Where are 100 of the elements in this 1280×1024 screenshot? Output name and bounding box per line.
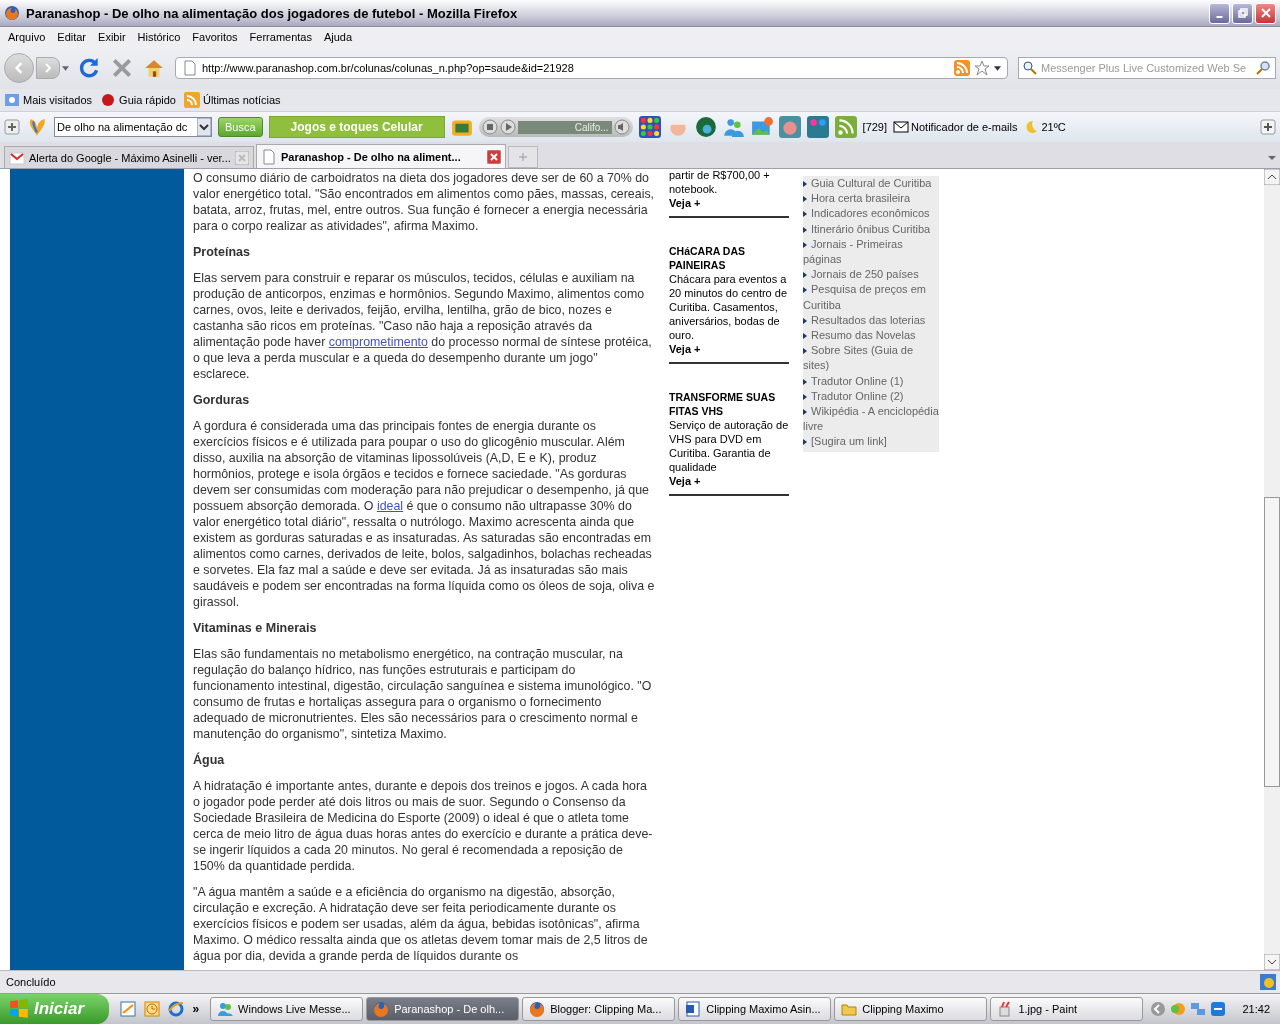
more-link[interactable]: Veja + [669, 342, 789, 356]
useful-link[interactable]: Wikipédia - A enciclopédia livre [803, 404, 939, 435]
volume-icon[interactable] [613, 119, 630, 135]
notepad-icon[interactable] [120, 1001, 137, 1017]
menu-item[interactable]: Histórico [131, 31, 187, 43]
article-paragraph: Elas servem para construir e reparar os músculos, tecidos, células e auxiliam na produção de anticorpos, enzimas e hormônios. Segundo Maximo, alimentos como carnes, ovos, leite e derivados, feijão, ervilha, lentilha, grão de bico, nozes e castanha são ricos em proteínas. "Caso não haja a reposição através da alimentação pode haver comprometimento do processo normal de síntese protéica, o que leva a perda muscular e a queda do desempenho durante um jogo" esclarece. [193, 270, 653, 382]
bullet-icon [803, 409, 807, 416]
toolbar-search-field[interactable]: De olho na alimentação dc [54, 117, 212, 137]
more-link[interactable]: Veja + [669, 474, 789, 488]
useful-link[interactable]: Jornais de 250 países [803, 267, 939, 283]
bullet-icon [803, 287, 807, 294]
document-icon [685, 1001, 702, 1017]
people-icon[interactable] [722, 116, 745, 138]
bullet-icon [803, 348, 807, 355]
useful-link[interactable]: Tradutor Online (1) [803, 373, 939, 389]
search-icon[interactable] [1256, 60, 1272, 76]
network-icon[interactable] [1190, 1001, 1207, 1017]
article-paragraph: Elas são fundamentais no metabolismo energético, na contração muscular, na regulação do balanço hídrico, nas funções estruturais e participam do funcionamento intestinal, digestão, circulação sanguínea e sistema imunológico. "O consumo de frutas e hortaliças assegura para o organismo o fornecimento adequado de micronutrientes. Eles são necessários para o crescimento normal e manutenção do organismo", sintetiza Maximo. [193, 646, 653, 742]
close-button[interactable] [1255, 2, 1276, 24]
stop-icon[interactable] [111, 57, 133, 79]
taskbar-button[interactable]: Clipping Maximo Asin... [678, 997, 832, 1021]
useful-link[interactable]: Hora certa brasileira [803, 191, 939, 207]
forward-button[interactable] [36, 57, 60, 79]
bullet-icon [803, 211, 807, 218]
email-notifier[interactable]: Notificador de e-mails [893, 119, 1018, 135]
taskbar-button[interactable]: 1.jpg - Paint [990, 997, 1144, 1021]
restore-button[interactable] [1232, 2, 1253, 24]
browser-tab[interactable]: Paranashop - De olho na aliment... [256, 144, 506, 168]
status-text: Concluído [6, 976, 56, 988]
bullet-icon [803, 333, 807, 340]
useful-link[interactable]: Indicadores econômicos [803, 206, 939, 222]
star-icon[interactable] [974, 60, 990, 76]
menu-item[interactable]: Favoritos [186, 31, 244, 43]
section-heading: Proteínas [193, 244, 251, 260]
taskbar-button[interactable]: Paranashop - De olh... [366, 997, 520, 1021]
useful-link[interactable]: Jornais - Primeiras páginas [803, 236, 939, 268]
bullet-icon [803, 439, 807, 446]
folder-icon [841, 1001, 858, 1017]
bullet-icon [803, 317, 807, 324]
play-icon[interactable] [499, 119, 516, 135]
scroll-down-icon[interactable] [1264, 954, 1280, 970]
restore-icon [1237, 8, 1248, 18]
article-paragraph: O consumo diário de carboidratos na dieta dos jogadores deve ser de 60 a 70% do valor energético total. "São encontrados em alimentos como pães, massas, cereais, batata, arroz, frutas, mel, entre outros. Sua função é fornecer a energia necessária para o corpo realizar as atividades", afirma Maximo. [193, 170, 655, 234]
overflow-chevron[interactable]: » [192, 1002, 200, 1016]
menu-item[interactable]: Ferramentas [243, 31, 318, 43]
useful-link[interactable]: Guia Cultural de Curitiba [803, 176, 939, 192]
photo-icon[interactable] [750, 116, 773, 138]
menu-item[interactable]: Arquivo [2, 31, 52, 43]
caret-icon[interactable] [994, 65, 1001, 71]
scroll-up-icon[interactable] [1264, 169, 1280, 185]
useful-link[interactable]: Itinerário ônibus Curitiba [803, 221, 939, 237]
search-icon[interactable] [1022, 60, 1038, 76]
address-field[interactable]: http://www.paranashop.com.br/colunas/colunas_n.php?op=saude&id=21928 [175, 57, 1008, 79]
useful-link[interactable]: Resultados das loterias [803, 312, 939, 329]
more-link[interactable]: Veja + [669, 196, 789, 210]
section-heading: Gorduras [193, 392, 251, 408]
section-heading: Água [193, 752, 226, 768]
useful-link[interactable]: Pesquisa de preços em Curitiba [803, 282, 939, 313]
useful-link[interactable]: Resumo das Novelas [803, 328, 939, 344]
useful-link[interactable]: Tradutor Online (2) [803, 388, 939, 405]
stop-icon[interactable] [481, 119, 498, 135]
menu-item[interactable]: Editar [51, 31, 93, 43]
weather-reading[interactable]: 21ºC [1023, 119, 1066, 135]
plus-icon[interactable] [4, 119, 20, 135]
article-link[interactable]: ideal [376, 499, 404, 513]
tab-close-icon[interactable] [487, 149, 501, 164]
scroll-thumb[interactable] [1264, 497, 1280, 787]
message-count[interactable]: [729] [862, 121, 888, 133]
clock-icon[interactable] [144, 1001, 161, 1017]
taskbar-button[interactable]: Clipping Maximo [834, 997, 988, 1021]
bullet-icon [803, 241, 807, 248]
clock: 21:42 [1242, 1003, 1270, 1015]
bullet-icon [803, 378, 807, 385]
windows-logo-icon [8, 998, 30, 1020]
menu-item[interactable]: Exibir [92, 31, 132, 43]
rss-icon[interactable] [834, 116, 857, 138]
bullet-icon [803, 393, 807, 400]
dropdown-icon[interactable] [197, 118, 211, 136]
envelope-icon [893, 119, 910, 135]
grid-icon[interactable] [638, 116, 661, 138]
useful-link[interactable]: Sobre Sites (Guia de sites) [803, 343, 939, 374]
browser-tab[interactable]: Alerta do Google - Máximo Asinelli - ver... [4, 146, 254, 168]
plus-icon[interactable] [1260, 119, 1276, 135]
bookmark-item[interactable]: Guia rápido [100, 92, 176, 108]
minimize-button[interactable] [1209, 2, 1230, 24]
bookmark-item[interactable]: Mais visitados [4, 92, 93, 108]
menu-item[interactable]: Ajuda [317, 31, 359, 43]
bookmark-item[interactable]: Últimas notícias [183, 92, 281, 108]
taskbar-button[interactable]: Windows Live Messe... [210, 997, 364, 1021]
useful-link[interactable]: [Sugira um link] [803, 434, 939, 450]
rss-icon[interactable] [954, 60, 970, 76]
track-title: Califo... [517, 120, 612, 134]
ad-title: CHáCARA DAS PAINEIRAS [669, 244, 747, 272]
article-paragraph: A gordura é considerada uma das principais fontes de energia durante os exercícios físicos e é utilizada para poupar o uso do glicogênio muscular. Além disso, auxilia na absorção de vitaminas lipossolúveis (A,D, E e K), produz hormônios, protege e isola órgãos e tecidos e fornece saciedade. "As gorduras devem ser consumidas com moderação para não prejudicar o desempenho, já que possuem absorção demorada. O ideal é que o consumo não ultrapasse 30% do valor energético total diário", ressalta o nutrólogo. Maximo acrescenta ainda que existem as gorduras saturadas e as insaturadas. As saturadas são encontradas em alimentos como carnes, derivados de leite, bolos, salgadinhos, bolachas recheadas e sorvetes. Ela faz mal a saúde e deve ser evitada. Já as insaturadas são mais saudáveis e podem ser encontradas na forma líquida como os óleos de soja, oliva e girassol. [193, 418, 655, 610]
web-search-field[interactable]: Messenger Plus Live Customized Web Se [1018, 57, 1276, 79]
taskbar-button[interactable]: Blogger: Clipping Ma... [522, 997, 676, 1021]
reload-icon[interactable] [79, 57, 101, 79]
tray-chevron-icon[interactable] [1150, 1001, 1167, 1017]
section-heading: Vitaminas e Minerais [193, 620, 318, 636]
article-link[interactable]: comprometimento [328, 335, 428, 349]
